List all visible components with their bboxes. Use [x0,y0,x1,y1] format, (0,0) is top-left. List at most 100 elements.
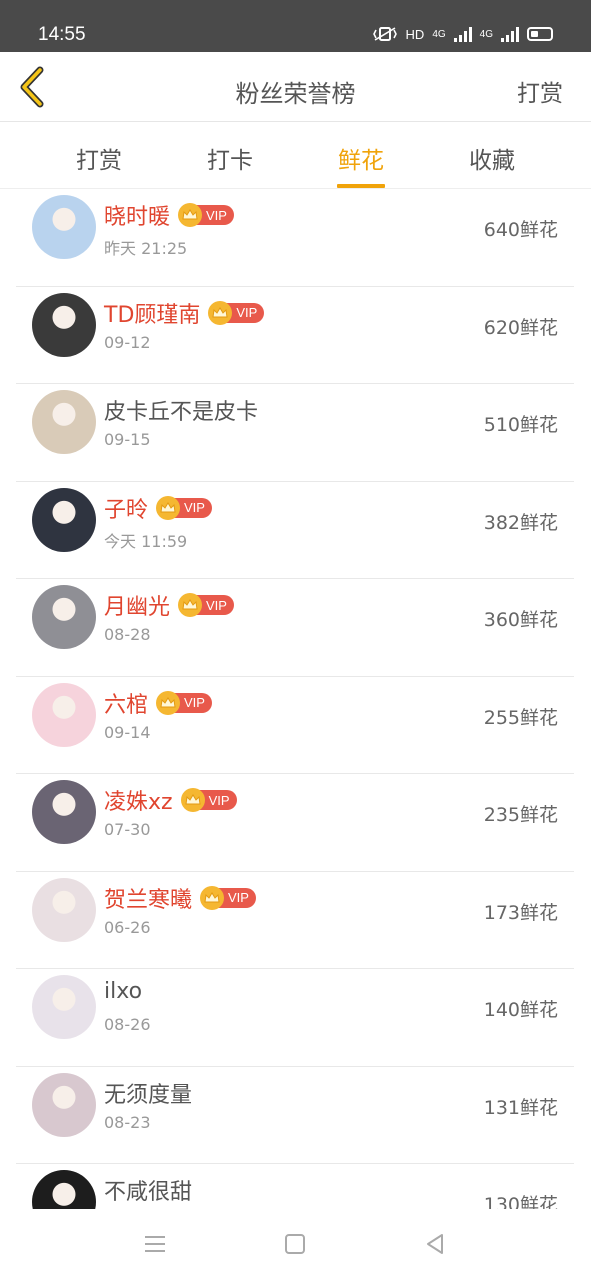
tab-checkin-label: 打卡 [207,148,253,174]
flower-amount: 235鲜花 [483,804,558,826]
fan-date: 09-14 [104,722,151,742]
vip-text: VIP [208,792,230,808]
fan-date: 今天 11:59 [104,531,188,551]
flower-amount: 131鲜花 [483,1096,558,1119]
active-tab-indicator [337,184,385,188]
fan-name: 皮卡丘不是皮卡 [104,400,259,425]
fan-name-line: ilxo [104,979,142,1004]
vip-badge: VIP [156,495,212,520]
flower-amount: 382鲜花 [483,511,558,534]
fan-row[interactable]: 六棺 VIP 09-14 255鲜花 [16,677,574,774]
crown-icon [200,885,225,910]
tab-checkin[interactable]: 打卡 [190,141,270,175]
crown-icon [208,300,233,325]
vibrate-icon [372,27,397,41]
menu-button[interactable] [140,1229,170,1259]
flower-amount: 140鲜花 [483,999,558,1021]
tab-bar: 打赏 打卡 鲜花 收藏 [0,123,591,189]
avatar[interactable] [32,585,96,649]
status-bar: 14:55 HD 4G 4G [0,0,591,52]
tab-flowers[interactable]: 鲜花 [321,141,401,188]
fan-row[interactable]: 凌姝xz VIP 07-30 235鲜花 [16,774,574,872]
crown-icon [156,495,181,520]
fan-date: 08-28 [104,625,151,644]
signal-icon [453,26,472,42]
fan-name: 六棺 [104,692,149,718]
battery-icon [527,27,553,41]
fan-row[interactable]: 无须度量 08-23 131鲜花 [16,1067,574,1164]
tab-reward[interactable]: 打赏 [59,141,139,175]
sim1-label: 4G [432,28,446,40]
status-time: 14:55 [38,24,86,45]
fan-ranking-list[interactable]: 晓时暖 VIP 昨天 21:25 640鲜花 TD顾瑾南 VIP 09-12 6… [16,189,574,1209]
system-navigation-bar [0,1209,591,1280]
fan-date: 昨天 21:25 [104,239,188,258]
home-button[interactable] [280,1229,310,1259]
vip-badge: VIP [156,690,212,715]
fan-date: 08-26 [104,1015,151,1034]
fan-name: TD顾瑾南 [104,302,201,328]
fan-row[interactable]: 贺兰寒曦 VIP 06-26 173鲜花 [16,872,574,969]
fan-row[interactable]: 晓时暖 VIP 昨天 21:25 640鲜花 [16,189,574,287]
vip-text: VIP [228,890,249,905]
fan-name: 无须度量 [104,1082,193,1108]
fan-name: 子昤 [104,497,149,523]
flower-amount: 640鲜花 [483,219,558,241]
fan-row[interactable]: 皮卡丘不是皮卡 09-15 510鲜花 [16,384,574,482]
fan-row[interactable]: ilxo 08-26 140鲜花 [16,969,574,1067]
hd-label: HD [405,26,425,42]
fan-name-line: 六棺 VIP [104,687,212,719]
tab-favorites[interactable]: 收藏 [452,141,532,175]
fan-name-line: 月幽光 VIP [104,589,234,621]
menu-icon [145,1236,165,1252]
vip-badge: VIP [180,788,237,812]
vip-badge: VIP [178,203,234,227]
avatar[interactable] [32,487,96,552]
back-triangle-icon [427,1234,443,1254]
fan-name: 月幽光 [104,595,171,620]
fan-row[interactable]: TD顾瑾南 VIP 09-12 620鲜花 [16,287,574,384]
crown-icon [156,690,181,715]
reward-button[interactable]: 打赏 [517,74,563,108]
fan-date: 09-12 [104,332,151,352]
home-icon [285,1234,305,1254]
back-nav-button[interactable] [420,1229,450,1259]
signal-icon-2 [501,26,519,42]
flower-amount: 620鲜花 [483,316,558,339]
crown-icon [178,593,203,617]
sim2-label: 4G [479,28,493,40]
avatar[interactable] [32,1072,96,1137]
avatar[interactable] [32,877,96,942]
avatar[interactable] [32,292,96,357]
avatar[interactable] [32,1170,96,1209]
vip-text: VIP [184,695,205,710]
fan-name-line: TD顾瑾南 VIP [104,297,265,329]
top-navigation-bar: 粉丝荣誉榜 打赏 [0,52,591,122]
fan-row[interactable]: 月幽光 VIP 08-28 360鲜花 [16,579,574,677]
fan-name: 不咸很甜 [104,1180,193,1205]
fan-row[interactable]: 子昤 VIP 今天 11:59 382鲜花 [16,482,574,579]
avatar[interactable] [32,780,96,844]
avatar[interactable] [32,390,96,454]
flower-amount: 173鲜花 [483,901,558,924]
fan-date: 07-30 [104,820,151,839]
fan-date: 09-15 [104,430,151,449]
fan-name-line: 子昤 VIP [104,492,212,524]
vip-text: VIP [236,305,258,320]
tab-favorites-label: 收藏 [469,148,515,174]
fan-row[interactable]: 不咸很甜 130鲜花 [16,1164,574,1209]
avatar[interactable] [32,975,96,1039]
vip-text: VIP [206,597,227,613]
fan-name-line: 晓时暖 VIP [104,199,234,231]
avatar[interactable] [32,682,96,747]
tab-flowers-label: 鲜花 [338,148,384,174]
avatar[interactable] [32,195,96,259]
vip-text: VIP [206,207,227,223]
fan-name: ilxo [104,979,143,1004]
fan-name-line: 不咸很甜 [104,1174,192,1206]
status-icons: HD 4G 4G [372,26,553,42]
fan-name-line: 贺兰寒曦 VIP [104,882,256,914]
fan-name-line: 皮卡丘不是皮卡 [104,394,258,426]
vip-badge: VIP [178,593,234,617]
vip-badge: VIP [200,885,256,910]
